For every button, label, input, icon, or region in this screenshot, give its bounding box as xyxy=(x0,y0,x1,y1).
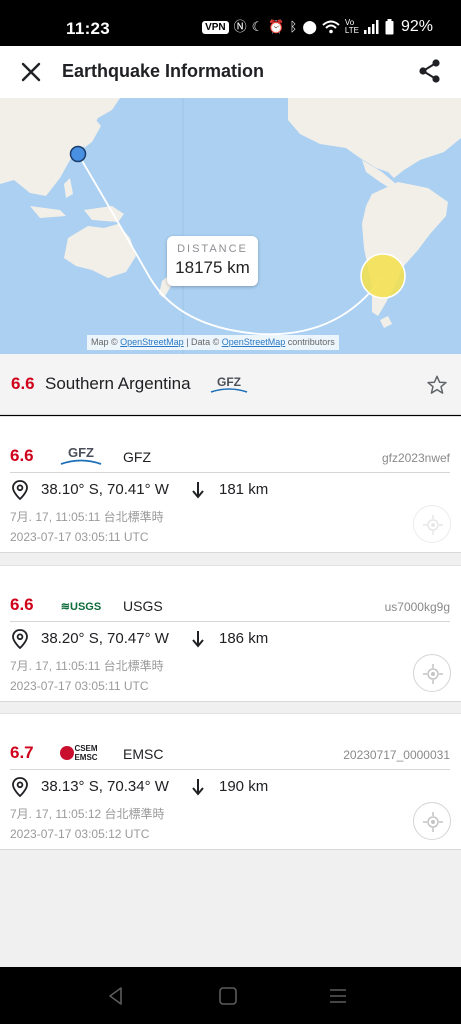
star-outline-icon[interactable] xyxy=(426,374,448,396)
battery-percent: 92% xyxy=(400,18,433,35)
report-list: 6.6 GFZ GFZ gfz2023nwef 38.10° S, 70.41°… xyxy=(0,416,461,967)
svg-text:GFZ: GFZ xyxy=(217,375,241,389)
moon-icon: ☾ xyxy=(251,19,264,34)
share-icon[interactable] xyxy=(417,58,443,84)
volte-icon: Vo LTE xyxy=(344,18,359,35)
report-utc-time: 2023-07-17 03:05:12 UTC xyxy=(10,827,150,841)
earthquake-summary: 6.6 Southern Argentina GFZ xyxy=(0,354,461,415)
system-nav-bar xyxy=(0,967,461,1024)
svg-text:≋USGS: ≋USGS xyxy=(61,601,101,613)
locate-button[interactable] xyxy=(413,505,451,543)
svg-text:EMSC: EMSC xyxy=(74,753,97,762)
report-coordinates: 38.13° S, 70.34° W xyxy=(41,778,169,795)
alarm-icon: ⏰ xyxy=(268,19,285,34)
depth-arrow-icon xyxy=(192,482,204,499)
crosshair-icon xyxy=(423,664,443,684)
location-pin-icon xyxy=(12,629,28,649)
report-local-time: 7月. 17, 11:05:12 台北標準時 xyxy=(10,807,165,821)
vpn-badge: VPN xyxy=(202,20,229,34)
svg-text:CSEM: CSEM xyxy=(74,744,97,753)
map-canvas xyxy=(0,98,461,354)
gfz-logo: GFZ xyxy=(210,375,248,393)
status-icons: VPN Ⓝ ☾ ⏰ ᛒ ⬤ Vo LTE 92% xyxy=(202,18,433,36)
report-local-time: 7月. 17, 11:05:11 台北標準時 xyxy=(10,510,164,524)
divider xyxy=(10,769,450,770)
report-event-id: us7000kg9g xyxy=(384,600,450,614)
summary-magnitude: 6.6 xyxy=(11,374,35,393)
crosshair-icon xyxy=(423,812,443,832)
gfz-logo: GFZ xyxy=(60,445,102,465)
status-bar: 11:23 VPN Ⓝ ☾ ⏰ ᛒ ⬤ Vo LTE 92% xyxy=(0,0,461,46)
map-attribution: Map © OpenStreetMap | Data © OpenStreetM… xyxy=(87,335,339,350)
emsc-logo: CSEM EMSC xyxy=(60,744,98,762)
location-icon: ⬤ xyxy=(302,19,317,34)
signal-icon xyxy=(363,20,379,34)
report-coordinates: 38.10° S, 70.41° W xyxy=(41,481,169,498)
home-icon[interactable] xyxy=(217,985,239,1007)
app-bar: Earthquake Information xyxy=(0,46,461,98)
report-depth: 186 km xyxy=(219,630,269,647)
report-event-id: 20230717_0000031 xyxy=(343,748,450,762)
report-utc-time: 2023-07-17 03:05:11 UTC xyxy=(10,530,149,544)
usgs-logo: ≋USGS xyxy=(61,601,101,613)
distance-value: 18175 km xyxy=(175,258,250,277)
report-agency: GFZ xyxy=(123,449,151,465)
user-location-marker xyxy=(69,145,87,163)
location-pin-icon xyxy=(12,480,28,500)
report-agency: USGS xyxy=(123,598,163,614)
recents-icon[interactable] xyxy=(327,985,349,1007)
report-magnitude: 6.6 xyxy=(10,446,34,465)
report-card-gfz[interactable]: 6.6 GFZ GFZ gfz2023nwef 38.10° S, 70.41°… xyxy=(0,416,461,553)
nfc-icon: Ⓝ xyxy=(233,19,247,34)
close-icon[interactable] xyxy=(18,59,44,85)
divider xyxy=(10,472,450,473)
report-magnitude: 6.7 xyxy=(10,743,34,762)
svg-text:GFZ: GFZ xyxy=(68,445,94,460)
openstreetmap-data-link[interactable]: OpenStreetMap xyxy=(222,337,286,347)
wifi-icon xyxy=(322,20,340,34)
distance-label: DISTANCE xyxy=(177,243,248,255)
report-utc-time: 2023-07-17 03:05:11 UTC xyxy=(10,679,149,693)
crosshair-icon xyxy=(423,515,443,535)
divider xyxy=(10,621,450,622)
page-title: Earthquake Information xyxy=(62,61,265,81)
report-local-time: 7月. 17, 11:05:11 台北標準時 xyxy=(10,659,164,673)
back-icon[interactable] xyxy=(105,985,127,1007)
report-event-id: gfz2023nwef xyxy=(381,451,450,465)
distance-badge: DISTANCE 18175 km xyxy=(167,236,258,286)
report-depth: 181 km xyxy=(219,481,269,498)
openstreetmap-link[interactable]: OpenStreetMap xyxy=(120,337,184,347)
locate-button[interactable] xyxy=(413,802,451,840)
status-time: 11:23 xyxy=(66,19,111,38)
report-magnitude: 6.6 xyxy=(10,595,34,614)
locate-button[interactable] xyxy=(413,654,451,692)
earthquake-marker xyxy=(360,253,406,299)
depth-arrow-icon xyxy=(192,779,204,796)
report-coordinates: 38.20° S, 70.47° W xyxy=(41,630,169,647)
summary-region: Southern Argentina xyxy=(45,374,191,393)
report-card-usgs[interactable]: 6.6 ≋USGS USGS us7000kg9g 38.20° S, 70.4… xyxy=(0,565,461,702)
report-agency: EMSC xyxy=(123,746,164,762)
map-view[interactable]: DISTANCE 18175 km Map © OpenStreetMap | … xyxy=(0,98,461,354)
bluetooth-icon: ᛒ xyxy=(289,19,298,34)
location-pin-icon xyxy=(12,777,28,797)
depth-arrow-icon xyxy=(192,631,204,648)
battery-icon xyxy=(385,19,394,35)
report-card-emsc[interactable]: 6.7 CSEM EMSC EMSC 20230717_0000031 38.1… xyxy=(0,713,461,850)
report-depth: 190 km xyxy=(219,778,269,795)
